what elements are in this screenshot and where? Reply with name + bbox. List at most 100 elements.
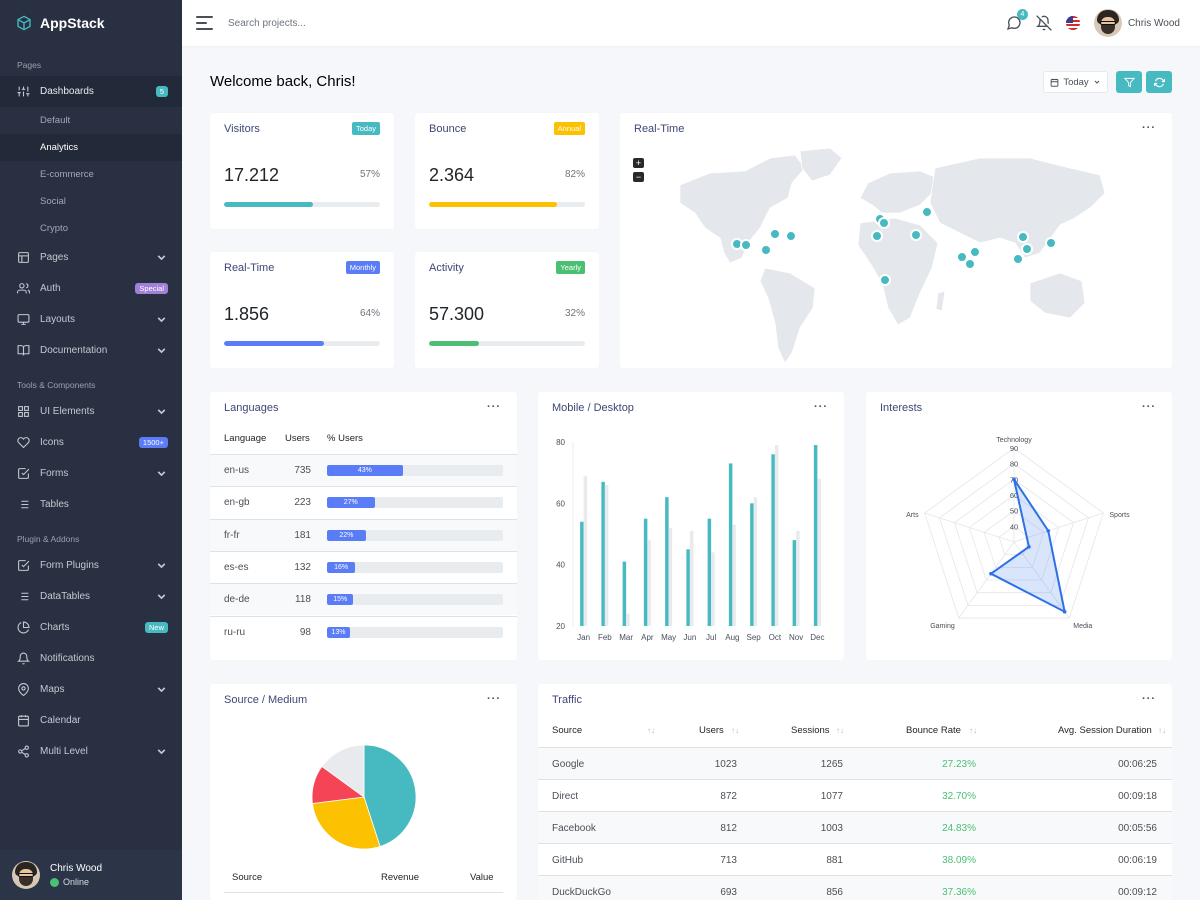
more-options-icon[interactable]: ··· xyxy=(1142,693,1156,705)
list-icon xyxy=(18,500,29,509)
sort-icon[interactable]: ↑↓ xyxy=(1158,726,1166,735)
column-header[interactable]: % Users xyxy=(327,433,363,444)
messages-button[interactable]: 4 xyxy=(1006,9,1028,31)
user-dropdown[interactable]: Chris Wood xyxy=(1093,9,1180,37)
table-row[interactable]: GitHub 713 881 38.09% 00:06:19 xyxy=(538,843,1172,875)
column-header[interactable]: Avg. Session Duration xyxy=(1058,725,1152,736)
sidebar-user[interactable]: Chris Wood Online xyxy=(0,850,182,900)
table-row[interactable]: Facebook 812 1003 24.83% 00:05:56 xyxy=(538,811,1172,843)
x-tick-label: Oct xyxy=(769,633,782,642)
map-australia xyxy=(1029,272,1086,319)
sidebar-subitem-default[interactable]: Default xyxy=(0,107,182,134)
brand-name: AppStack xyxy=(40,15,105,31)
bar-series-2 xyxy=(689,530,694,626)
radar-tick-label: 40 xyxy=(1010,522,1018,531)
sidebar-item-auth[interactable]: Auth Special xyxy=(0,273,182,304)
date-filter-label: Today xyxy=(1063,76,1089,88)
stat-badge: Today xyxy=(351,122,380,135)
sidebar-item-documentation[interactable]: Documentation xyxy=(0,335,182,366)
brand[interactable]: AppStack xyxy=(0,0,182,46)
map-marker xyxy=(760,244,772,256)
radar-point xyxy=(1062,609,1067,614)
sidebar-item-label: Layouts xyxy=(40,314,76,325)
table-row[interactable]: Direct 872 1077 32.70% 00:09:18 xyxy=(538,779,1172,811)
sidebar-item-label: Forms xyxy=(40,468,69,479)
sidebar-item-form-plugins[interactable]: Form Plugins xyxy=(0,550,182,581)
sidebar-subitem-ecommerce[interactable]: E-commerce xyxy=(0,161,182,188)
refresh-button[interactable] xyxy=(1146,71,1172,93)
table-row: de-de 118 15% xyxy=(210,583,517,616)
table-row[interactable]: Google 1023 1265 27.23% 00:06:25 xyxy=(538,747,1172,779)
stat-badge: Annual xyxy=(553,122,585,135)
sort-icon[interactable]: ↑↓ xyxy=(731,726,739,735)
chevron-down-icon xyxy=(1094,80,1100,84)
sidebar-subitem-social[interactable]: Social xyxy=(0,188,182,215)
map-marker xyxy=(879,274,891,286)
messages-count-badge: 4 xyxy=(1016,9,1028,20)
sidebar-item-maps[interactable]: Maps xyxy=(0,674,182,705)
bar-series-2 xyxy=(774,445,779,626)
column-header[interactable]: Users xyxy=(699,725,724,736)
column-header[interactable]: Revenue xyxy=(381,872,419,883)
more-options-icon[interactable]: ··· xyxy=(487,401,501,413)
column-header[interactable]: Value xyxy=(470,872,494,883)
sidebar-item-dashboards[interactable]: Dashboards 5 xyxy=(0,76,182,107)
column-header[interactable]: Bounce Rate xyxy=(906,725,961,736)
sidebar-item-icons[interactable]: Icons 1500+ xyxy=(0,427,182,458)
sidebar-item-label: Pages xyxy=(40,252,69,263)
sidebar-item-notifications[interactable]: Notifications xyxy=(0,643,182,674)
sessions-cell: 1077 xyxy=(820,791,843,802)
refresh-icon xyxy=(1153,77,1165,87)
sidebar-item-layouts[interactable]: Layouts xyxy=(0,304,182,335)
radar-point xyxy=(989,571,993,576)
sidebar-item-ui-elements[interactable]: UI Elements xyxy=(0,396,182,427)
sidebar-subitem-analytics[interactable]: Analytics xyxy=(0,134,182,161)
chevron-down-icon xyxy=(157,317,166,323)
bounce-rate-cell: 27.23% xyxy=(942,759,976,770)
sort-icon[interactable]: ↑↓ xyxy=(647,726,655,735)
percent-bar: 43% xyxy=(327,465,503,476)
map-marker xyxy=(785,230,797,242)
table-row: fr-fr 181 22% xyxy=(210,518,517,551)
sidebar-item-datatables[interactable]: DataTables xyxy=(0,581,182,612)
dashboards-submenu: Default Analytics E-commerce Social Cryp… xyxy=(0,107,182,242)
sidebar-item-pages[interactable]: Pages xyxy=(0,242,182,273)
y-tick-label: 80 xyxy=(556,438,565,447)
map-marker xyxy=(1045,237,1057,249)
notifications-button[interactable] xyxy=(1035,15,1052,31)
column-header[interactable]: Source xyxy=(552,725,582,736)
users-cell: 1023 xyxy=(714,759,737,770)
check-square-icon xyxy=(18,560,30,571)
map-madagascar xyxy=(935,290,946,312)
share-icon xyxy=(18,745,29,758)
column-header[interactable]: Sessions xyxy=(791,725,830,736)
filter-button[interactable] xyxy=(1116,71,1142,93)
column-header[interactable]: Users xyxy=(285,433,310,444)
chevron-down-icon xyxy=(157,255,166,261)
language-cell: fr-fr xyxy=(224,529,240,541)
radar-point xyxy=(1027,545,1031,549)
date-filter-dropdown[interactable]: Today xyxy=(1043,71,1108,93)
bell-off-icon xyxy=(1035,15,1052,31)
search-input[interactable] xyxy=(228,17,428,29)
sort-icon[interactable]: ↑↓ xyxy=(836,726,844,735)
users-cell: 223 xyxy=(294,497,311,509)
sidebar-item-tables[interactable]: Tables xyxy=(0,489,182,520)
sort-icon[interactable]: ↑↓ xyxy=(969,726,977,735)
languages-card: Languages ··· Language Users % Users en-… xyxy=(210,392,517,660)
sidebar-subitem-crypto[interactable]: Crypto xyxy=(0,215,182,242)
section-header-pages: Pages xyxy=(17,60,42,70)
column-header[interactable]: Source xyxy=(232,872,262,883)
column-header[interactable]: Language xyxy=(224,433,266,444)
users-cell: 98 xyxy=(299,626,311,638)
us-flag-icon[interactable] xyxy=(1065,16,1080,30)
sidebar-item-calendar[interactable]: Calendar xyxy=(0,705,182,736)
sidebar-item-charts[interactable]: Charts New xyxy=(0,612,182,643)
sidebar-item-forms[interactable]: Forms xyxy=(0,458,182,489)
stat-title: Activity xyxy=(429,262,464,274)
bounce-rate-cell: 24.83% xyxy=(942,823,976,834)
table-row[interactable]: DuckDuckGo 693 856 37.36% 00:09:12 xyxy=(538,875,1172,900)
sidebar-toggle-icon[interactable] xyxy=(196,16,213,30)
sidebar-item-multi-level[interactable]: Multi Level xyxy=(0,736,182,767)
world-map[interactable] xyxy=(620,113,1172,368)
